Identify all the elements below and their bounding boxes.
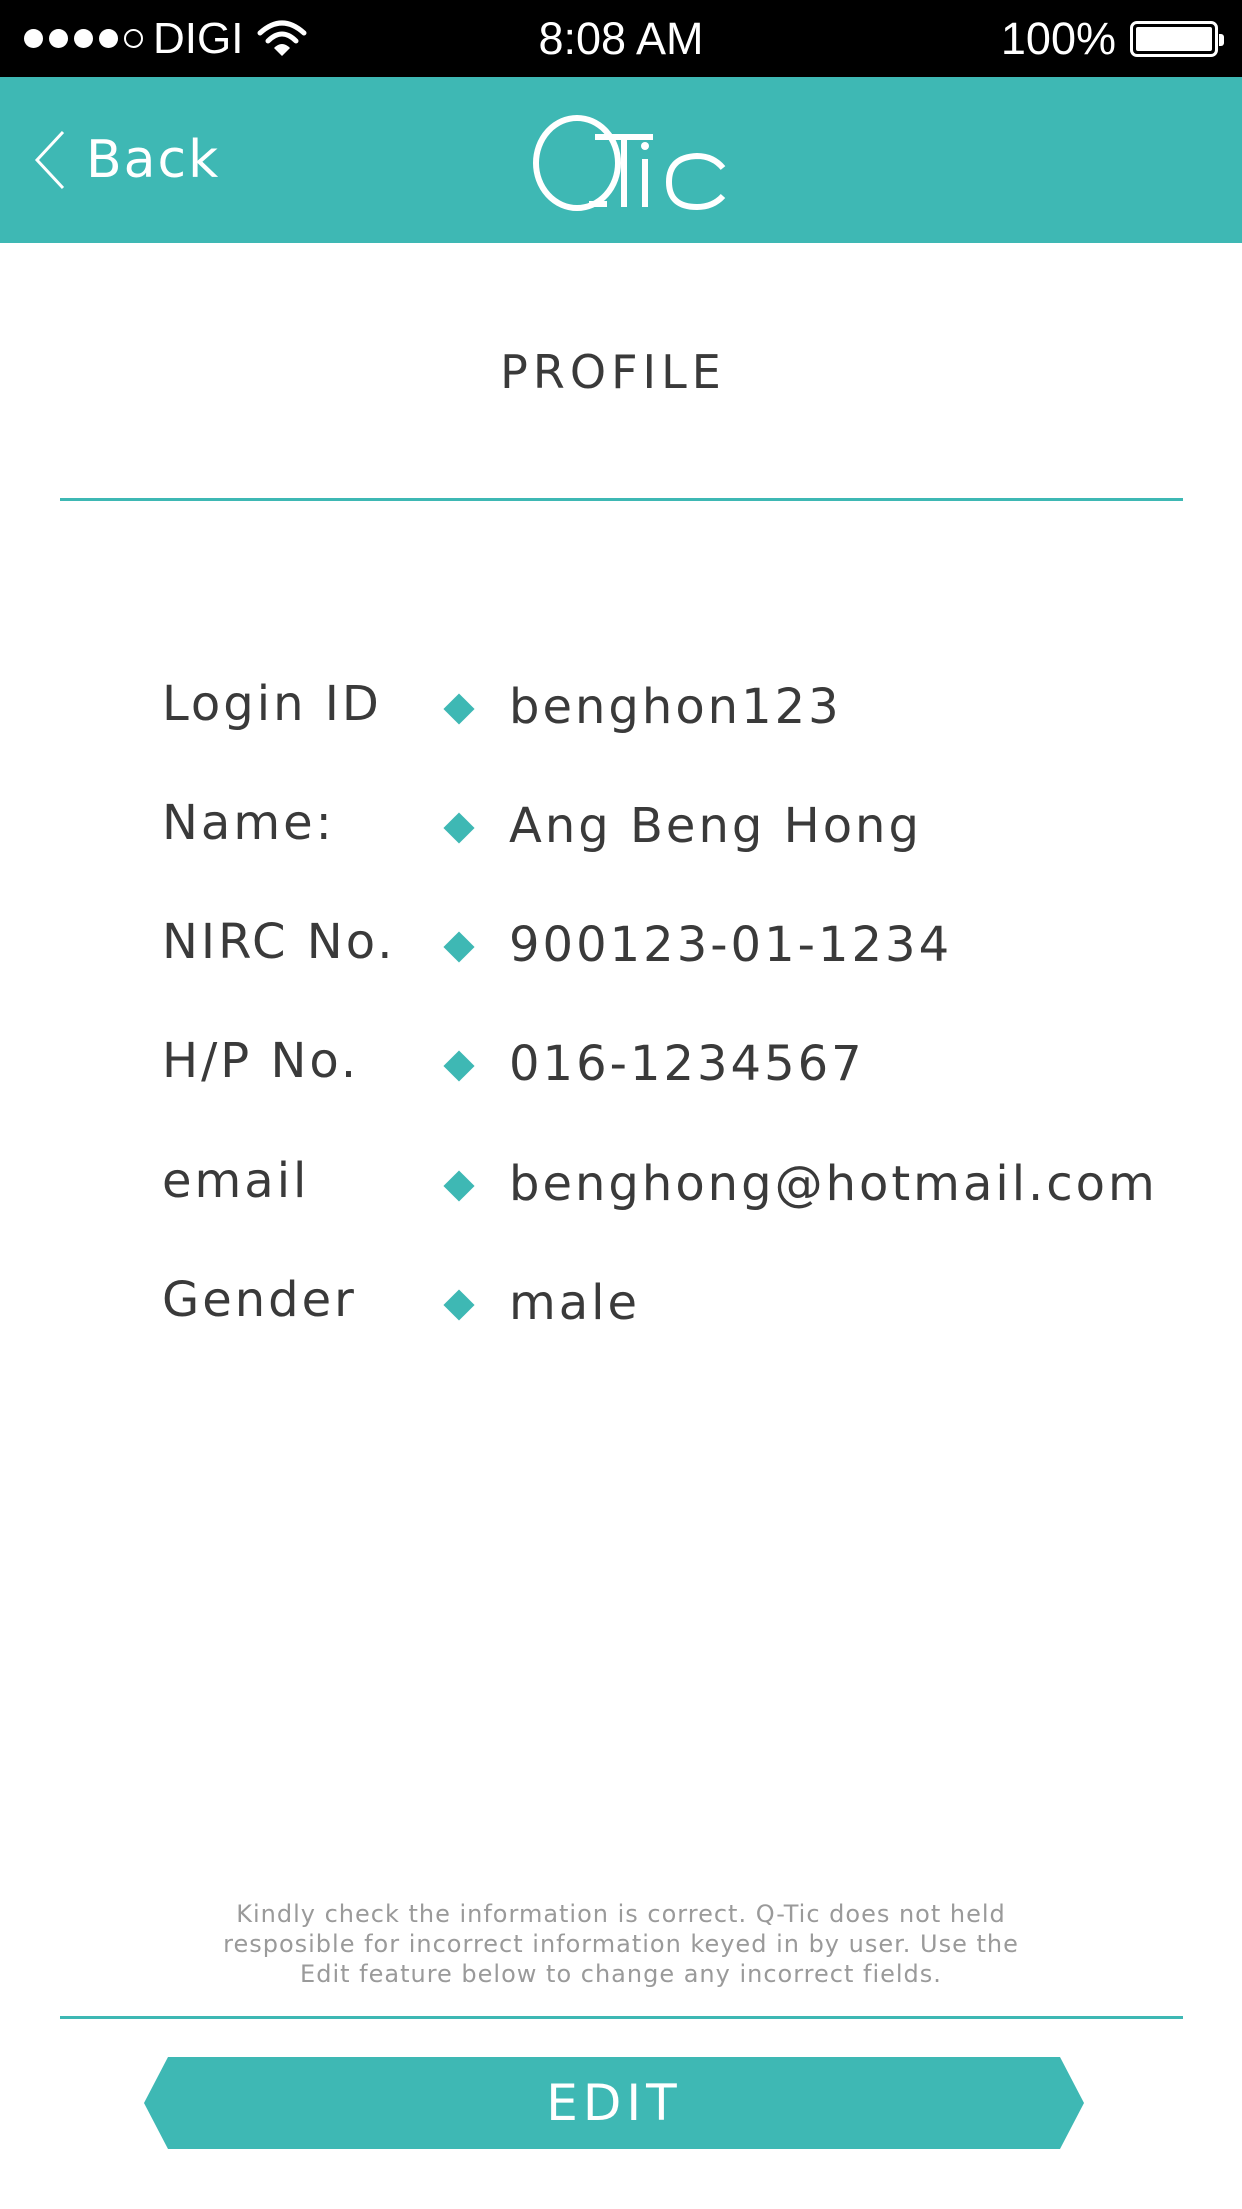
field-label: Name:	[162, 795, 335, 851]
field-value: benghong@hotmail.com	[509, 1156, 1158, 1212]
field-label: NIRC No.	[162, 914, 396, 970]
diamond-bullet-icon	[443, 812, 475, 844]
battery-fill	[1136, 26, 1212, 51]
diamond-bullet-icon	[443, 1289, 475, 1321]
disclaimer-text: Kindly check the information is correct.…	[223, 1900, 1019, 1988]
status-right: 100%	[1000, 0, 1224, 77]
battery-tip	[1219, 33, 1224, 46]
profile-row-gender: Gender male	[0, 1270, 1242, 1350]
field-value: Ang Beng Hong	[509, 798, 922, 854]
field-label: Login ID	[162, 676, 382, 732]
field-value: 900123-01-1234	[509, 917, 953, 973]
nav-bar: Back	[0, 77, 1242, 243]
edit-button[interactable]: EDIT	[144, 2057, 1084, 2149]
back-button[interactable]: Back	[34, 77, 220, 243]
diamond-bullet-icon	[443, 693, 475, 725]
qtic-logo	[533, 115, 726, 211]
edit-button-label: EDIT	[546, 2074, 682, 2132]
profile-row-login-id: Login ID benghon123	[0, 674, 1242, 754]
chevron-left-icon	[34, 130, 65, 190]
field-label: Gender	[162, 1272, 357, 1328]
field-value: benghon123	[509, 679, 842, 735]
battery-icon	[1130, 20, 1224, 57]
profile-row-phone: H/P No. 016-1234567	[0, 1031, 1242, 1111]
battery-percent: 100%	[1000, 12, 1116, 64]
page-title: PROFILE	[500, 345, 726, 399]
field-value: 016-1234567	[509, 1036, 865, 1092]
status-bar: DIGI 8:08 AM 100%	[0, 0, 1242, 77]
diamond-bullet-icon	[443, 931, 475, 963]
footer-divider	[60, 2016, 1183, 2019]
back-label: Back	[86, 130, 221, 190]
diamond-bullet-icon	[443, 1170, 475, 1202]
title-divider	[60, 498, 1183, 501]
profile-row-name: Name: Ang Beng Hong	[0, 793, 1242, 873]
field-label: email	[162, 1153, 310, 1209]
profile-row-nirc: NIRC No. 900123-01-1234	[0, 912, 1242, 992]
field-label: H/P No.	[162, 1033, 360, 1089]
field-value: male	[509, 1275, 641, 1331]
profile-row-email: email benghong@hotmail.com	[0, 1151, 1242, 1231]
diamond-bullet-icon	[443, 1050, 475, 1082]
